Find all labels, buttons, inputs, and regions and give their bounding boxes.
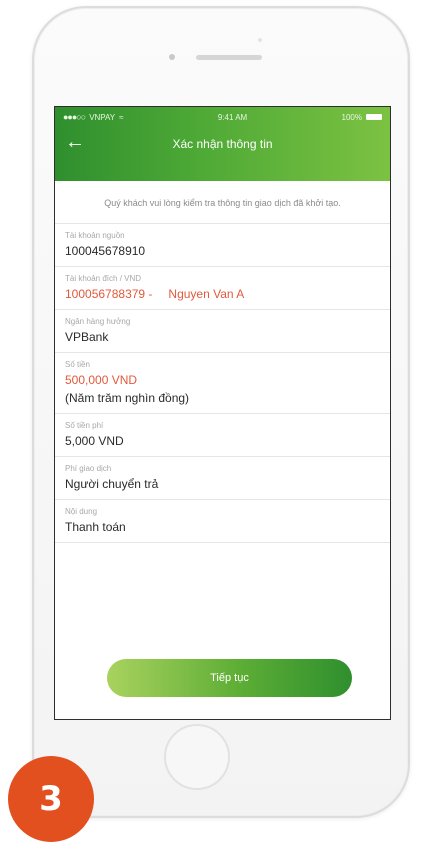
continue-button[interactable]: Tiếp tục (107, 659, 352, 697)
camera-icon (169, 54, 175, 60)
status-right: 100% (342, 113, 382, 122)
confirmation-notice: Quý khách vui lòng kiểm tra thông tin gi… (55, 181, 390, 224)
destination-account-row: 100056788379 - Nguyen Van A (65, 285, 380, 303)
battery-icon (366, 114, 382, 120)
bank-label: Ngân hàng hưởng (65, 317, 131, 326)
fee-payer-value: Người chuyển trả (65, 477, 159, 491)
source-account-label: Tài khoản nguồn (65, 231, 125, 240)
speaker-grille (196, 55, 262, 60)
fee-payer-label: Phí giao dịch (65, 464, 112, 473)
app-screen: ●●●○○ VNPAY ≈ 9:41 AM 100% ← Xác nhận th… (54, 106, 391, 720)
bank-value: VPBank (65, 330, 109, 344)
status-left: ●●●○○ VNPAY ≈ (63, 112, 124, 122)
fee-value: 5,000 VND (65, 434, 124, 448)
navigation-bar: ← Xác nhận thông tin (55, 127, 390, 161)
step-badge: 3 (8, 756, 94, 842)
battery-percent: 100% (341, 112, 362, 122)
app-header: ●●●○○ VNPAY ≈ 9:41 AM 100% ← Xác nhận th… (55, 107, 390, 181)
fee-payer-field: Phí giao dịch Người chuyển trả (55, 457, 390, 500)
signal-icon: ●●●○○ (63, 112, 86, 122)
bank-field: Ngân hàng hưởng VPBank (55, 310, 390, 353)
content-field: Nội dung Thanh toán (55, 500, 390, 543)
fee-label: Số tiền phí (65, 421, 104, 430)
carrier-label: VNPAY (89, 112, 116, 122)
home-button[interactable] (164, 724, 230, 790)
destination-account-field: Tài khoản đích / VND 100056788379 - Nguy… (55, 267, 390, 310)
fee-field: Số tiền phí 5,000 VND (55, 414, 390, 457)
amount-label: Số tiền (65, 360, 90, 369)
source-account-value: 100045678910 (65, 244, 146, 258)
stage: ●●●○○ VNPAY ≈ 9:41 AM 100% ← Xác nhận th… (0, 0, 426, 842)
wifi-icon: ≈ (119, 112, 124, 122)
sensor-dot (258, 38, 262, 42)
destination-account-number: 100056788379 - (65, 287, 153, 301)
back-arrow-icon[interactable]: ← (65, 131, 85, 153)
content-label: Nội dung (65, 507, 98, 516)
source-account-field: Tài khoản nguồn 100045678910 (55, 224, 390, 267)
destination-account-label: Tài khoản đích / VND (65, 274, 142, 283)
status-time: 9:41 AM (217, 112, 248, 122)
amount-field: Số tiền 500,000 VND (Năm trăm nghìn đồng… (55, 353, 390, 414)
destination-account-name: Nguyen Van A (168, 287, 245, 301)
content-value: Thanh toán (65, 520, 126, 534)
amount-value: 500,000 VND (65, 373, 138, 387)
status-bar: ●●●○○ VNPAY ≈ 9:41 AM 100% (55, 107, 390, 127)
action-area: Tiếp tục (55, 643, 390, 719)
amount-in-words: (Năm trăm nghìn đồng) (65, 391, 190, 405)
page-title: Xác nhận thông tin (172, 137, 273, 151)
